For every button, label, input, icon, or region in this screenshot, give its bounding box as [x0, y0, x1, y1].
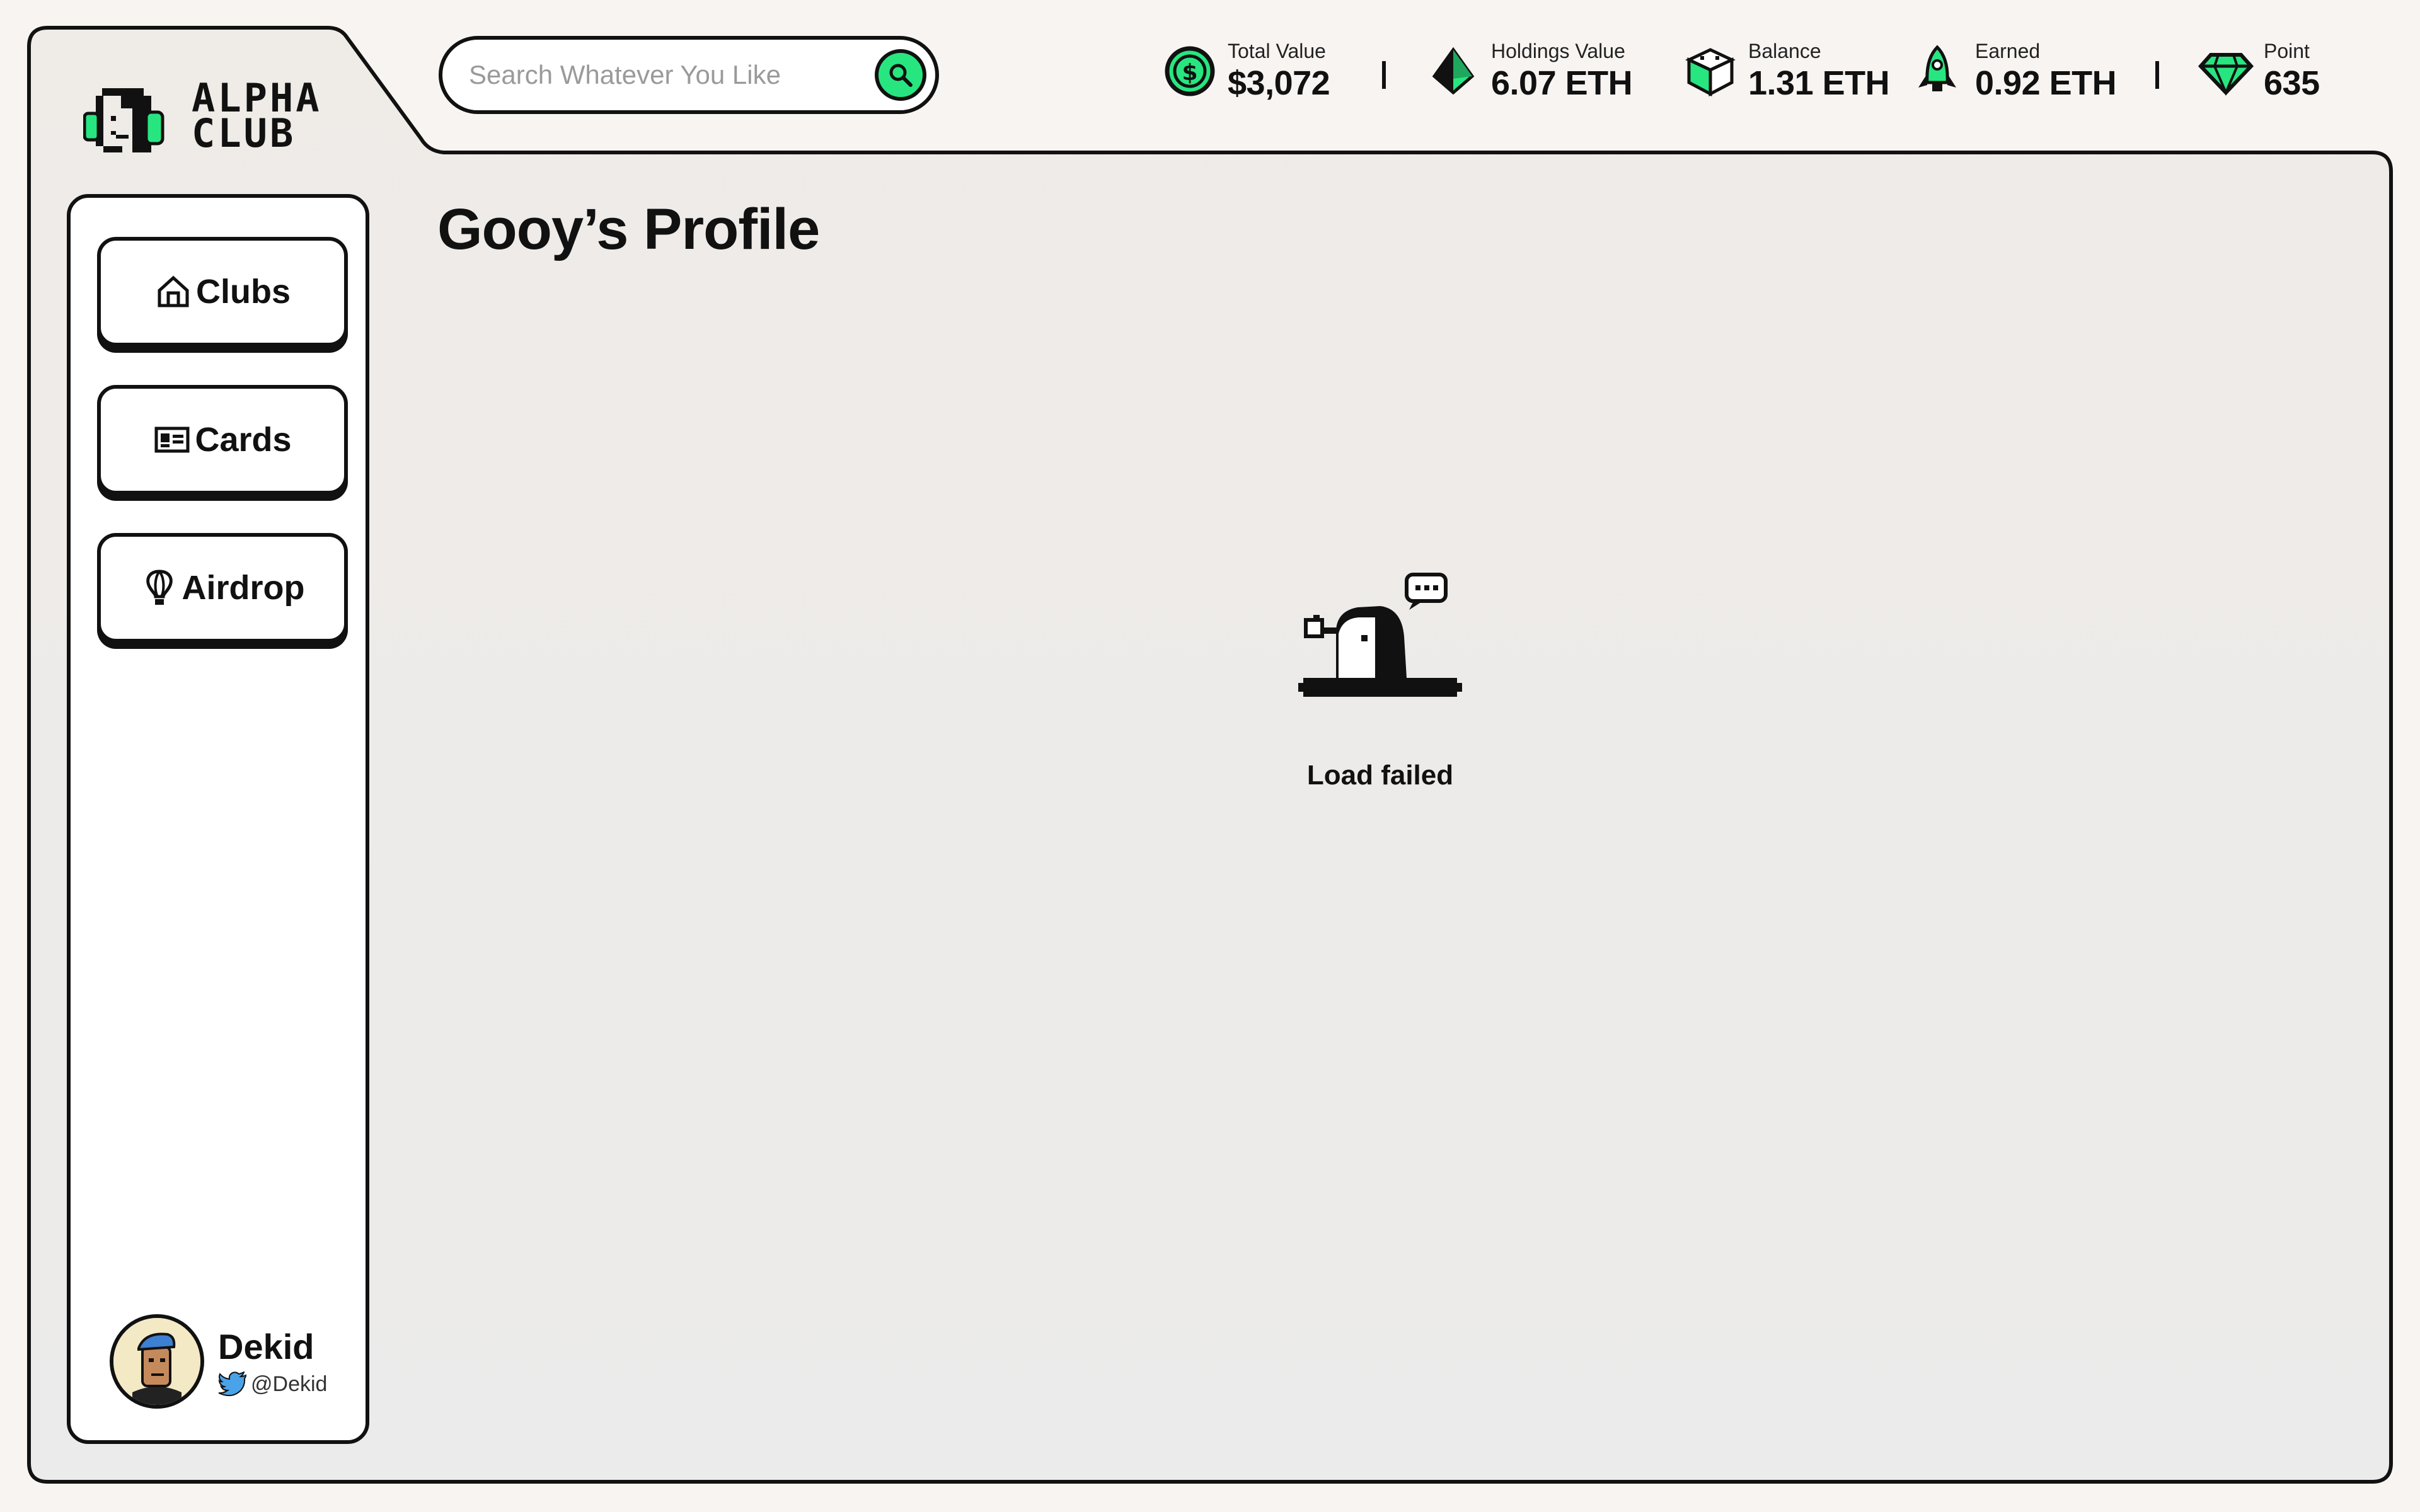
sidebar-item-cards[interactable]: Cards	[97, 385, 348, 495]
stat-point: Point 635	[2196, 39, 2320, 103]
page-title: Gooy’s Profile	[437, 197, 820, 261]
stat-value: 635	[2264, 64, 2320, 102]
stat-label: Point	[2264, 40, 2310, 62]
search-icon	[889, 64, 913, 87]
home-icon	[158, 275, 189, 307]
stat-value: 6.07 ETH	[1491, 64, 1633, 102]
load-failed-message: Load failed	[1306, 760, 1454, 791]
avatar[interactable]	[110, 1314, 204, 1409]
balloon-icon	[146, 570, 173, 605]
search-bar	[439, 36, 939, 114]
search-input[interactable]	[468, 59, 875, 91]
divider	[1382, 61, 1386, 89]
divider	[2155, 61, 2159, 89]
stat-earned: Earned 0.92 ETH	[1907, 39, 2117, 103]
stat-value: 1.31 ETH	[1748, 64, 1890, 102]
user-avatar-image	[113, 1318, 200, 1405]
rocket-icon	[1918, 45, 1956, 91]
stat-label: Earned	[1975, 40, 2041, 62]
stat-value: $3,072	[1228, 64, 1330, 102]
logo-text-club: CLUB	[192, 110, 296, 156]
diamond-icon	[2198, 53, 2254, 96]
stat-label: Balance	[1748, 40, 1821, 62]
stat-value: 0.92 ETH	[1975, 64, 2117, 102]
sidebar-item-airdrop[interactable]: Airdrop	[97, 533, 348, 643]
user-name: Dekid	[218, 1327, 314, 1366]
penguin-error-icon	[1298, 573, 1462, 697]
svg-text:$: $	[1182, 60, 1197, 86]
stat-holdings-value: Holdings Value 6.07 ETH	[1423, 39, 1633, 103]
sidebar-item-label: Clubs	[195, 273, 291, 311]
sidebar: Clubs Cards Airdrop Dekid @Dekid	[67, 194, 369, 1444]
search-button[interactable]	[875, 49, 926, 101]
dollar-coin-icon: $	[1165, 46, 1215, 96]
stat-label: Total Value	[1228, 40, 1326, 62]
stat-balance: Balance 1.31 ETH	[1680, 39, 1890, 103]
alpha-club-logo[interactable]: ALPHA CLUB	[83, 79, 348, 163]
user-profile[interactable]: Dekid @Dekid	[110, 1314, 327, 1409]
id-card-icon	[154, 427, 190, 453]
ethereum-icon	[1432, 47, 1475, 95]
cube-icon	[1685, 48, 1736, 97]
sidebar-item-label: Cards	[195, 421, 292, 459]
sidebar-item-label: Airdrop	[182, 569, 305, 607]
stat-label: Holdings Value	[1491, 40, 1625, 62]
sidebar-item-clubs[interactable]: Clubs	[97, 237, 348, 346]
user-handle[interactable]: @Dekid	[251, 1372, 327, 1397]
twitter-icon	[218, 1372, 247, 1397]
stat-total-value: $ Total Value $3,072	[1160, 39, 1330, 103]
